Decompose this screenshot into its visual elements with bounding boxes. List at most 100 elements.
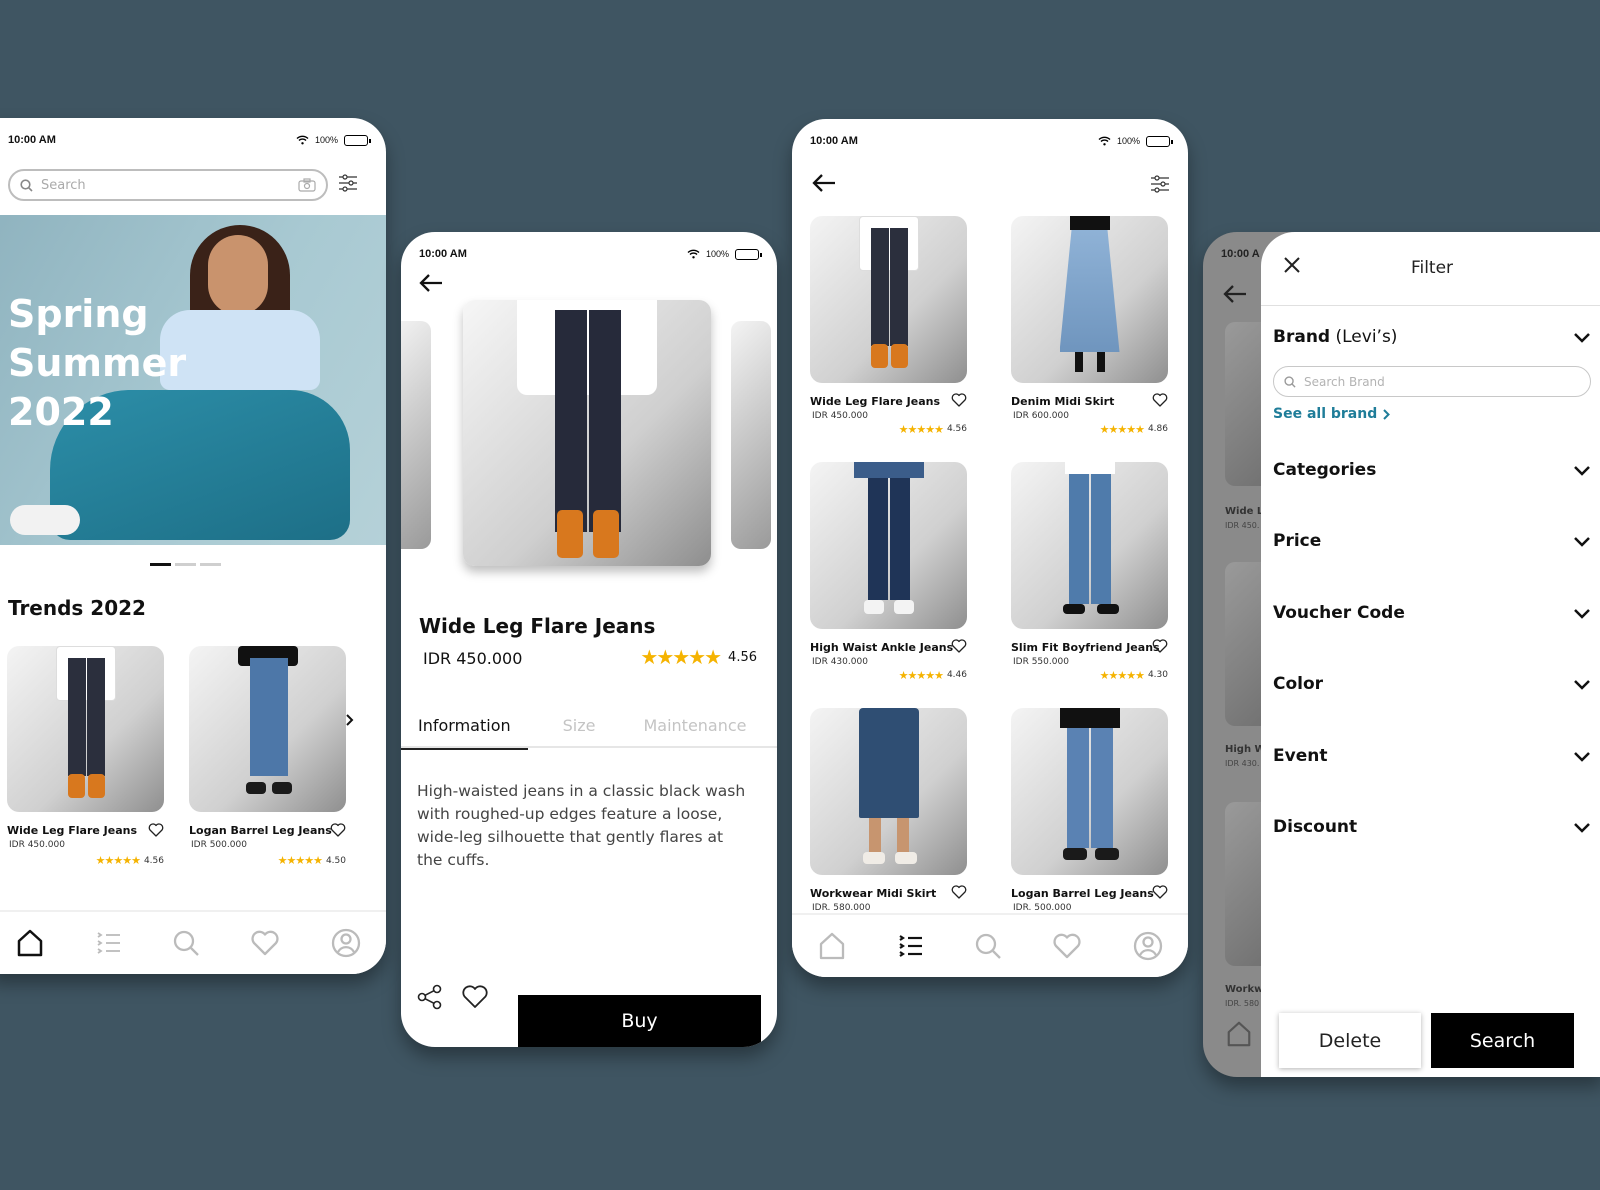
search-icon[interactable] xyxy=(974,932,1002,960)
product-card[interactable]: Wide Leg Flare Jeans IDR 450.000 ★★★★★ 4.… xyxy=(7,646,164,867)
rating-value: 4.46 xyxy=(946,670,967,680)
product-name[interactable]: Denim Midi Skirt xyxy=(1011,395,1168,408)
product-rating: ★★★★★ 4.30 xyxy=(1011,668,1168,682)
chevron-down-icon[interactable] xyxy=(1573,822,1591,833)
product-price: IDR 450.000 xyxy=(9,840,65,850)
profile-icon[interactable] xyxy=(1133,931,1163,961)
camera-icon[interactable] xyxy=(298,178,316,192)
status-bar: 10:00 AM 100% xyxy=(810,133,1173,149)
tab-maintenance[interactable]: Maintenance xyxy=(626,712,763,748)
wifi-icon xyxy=(687,249,700,259)
dimmed-product-price: IDR. 580 xyxy=(1225,999,1260,1008)
back-arrow-icon[interactable] xyxy=(812,174,836,192)
status-time: 10:00 AM xyxy=(8,134,56,146)
product-card[interactable]: Workwear Midi Skirt IDR. 580.000 xyxy=(810,708,967,931)
product-image[interactable] xyxy=(1011,216,1168,383)
filter-settings-icon[interactable] xyxy=(1150,175,1170,193)
brand-label: Brand xyxy=(1273,327,1331,347)
product-main-image[interactable] xyxy=(463,300,711,566)
carousel-dot[interactable] xyxy=(200,563,221,566)
see-all-brand-link[interactable]: See all brand xyxy=(1273,406,1391,422)
product-card[interactable]: Wide Leg Flare Jeans IDR 450.000 ★★★★★ 4.… xyxy=(810,216,967,439)
search-input[interactable]: Search xyxy=(8,169,328,201)
filter-brand-header[interactable]: Brand (Levi’s) xyxy=(1273,327,1591,347)
profile-icon[interactable] xyxy=(331,928,361,958)
product-card[interactable]: Logan Barrel Leg Jeans IDR. 500.000 xyxy=(1011,708,1168,931)
chevron-down-icon[interactable] xyxy=(1573,536,1591,547)
delete-button[interactable]: Delete xyxy=(1279,1013,1421,1068)
heart-icon[interactable] xyxy=(148,823,164,837)
filter-section-discount[interactable]: Discount xyxy=(1273,817,1591,837)
chevron-down-icon[interactable] xyxy=(1573,679,1591,690)
heart-icon[interactable] xyxy=(1152,393,1168,407)
chevron-down-icon[interactable] xyxy=(1573,465,1591,476)
product-image[interactable] xyxy=(1011,462,1168,629)
heart-icon[interactable] xyxy=(951,639,967,653)
hero-banner[interactable]: Spring Summer 2022 xyxy=(0,215,386,545)
search-icon xyxy=(20,178,33,192)
home-icon[interactable] xyxy=(15,928,45,958)
chevron-down-icon[interactable] xyxy=(1573,608,1591,619)
buy-button[interactable]: Buy xyxy=(518,995,761,1047)
tab-size[interactable]: Size xyxy=(546,712,613,748)
product-image[interactable] xyxy=(810,216,967,383)
product-image[interactable] xyxy=(1011,708,1168,875)
product-card[interactable]: High Waist Ankle Jeans IDR 430.000 ★★★★★… xyxy=(810,462,967,685)
list-icon[interactable] xyxy=(898,933,924,959)
product-card[interactable]: Logan Barrel Leg Jeans IDR 500.000 ★★★★★… xyxy=(189,646,346,867)
search-button[interactable]: Search xyxy=(1431,1013,1574,1068)
product-name[interactable]: Workwear Midi Skirt xyxy=(810,887,967,900)
back-arrow-icon[interactable] xyxy=(419,274,443,292)
heart-icon[interactable] xyxy=(951,393,967,407)
product-price: IDR 600.000 xyxy=(1013,411,1069,421)
product-name[interactable]: Slim Fit Boyfriend Jeans xyxy=(1011,641,1168,654)
list-icon[interactable] xyxy=(96,930,122,956)
rating-value: 4.50 xyxy=(325,855,346,866)
carousel-dot[interactable] xyxy=(175,563,196,566)
product-card[interactable]: Denim Midi Skirt IDR 600.000 ★★★★★ 4.86 xyxy=(1011,216,1168,439)
share-icon[interactable] xyxy=(417,984,443,1010)
heart-icon[interactable] xyxy=(1052,933,1082,959)
filter-section-label: Price xyxy=(1273,531,1322,551)
product-image[interactable] xyxy=(7,646,164,812)
product-image[interactable] xyxy=(189,646,346,812)
product-image[interactable] xyxy=(810,708,967,875)
chevron-down-icon[interactable] xyxy=(1573,332,1591,343)
filter-section-color[interactable]: Color xyxy=(1273,674,1591,694)
battery-icon xyxy=(735,248,762,260)
heart-icon[interactable] xyxy=(1152,885,1168,899)
home-icon[interactable] xyxy=(817,931,847,961)
product-name[interactable]: Logan Barrel Leg Jeans xyxy=(1011,887,1168,900)
filter-section-voucher-code[interactable]: Voucher Code xyxy=(1273,603,1591,623)
filter-section-event[interactable]: Event xyxy=(1273,746,1591,766)
carousel-next-image[interactable] xyxy=(731,321,771,549)
brand-selected-value: (Levi’s) xyxy=(1335,327,1398,347)
product-name[interactable]: Wide Leg Flare Jeans xyxy=(7,824,164,837)
product-name[interactable]: Wide Leg Flare Jeans xyxy=(810,395,967,408)
brand-search-input[interactable]: Search Brand xyxy=(1273,366,1591,397)
heart-icon[interactable] xyxy=(1152,639,1168,653)
hero-model-face xyxy=(208,235,268,315)
status-bar: 10:00 AM 100% xyxy=(419,246,762,262)
filter-settings-icon[interactable] xyxy=(338,174,358,192)
search-icon[interactable] xyxy=(172,929,200,957)
product-image[interactable] xyxy=(810,462,967,629)
heart-icon[interactable] xyxy=(951,885,967,899)
product-name[interactable]: Logan Barrel Leg Jeans xyxy=(189,824,346,837)
product-name[interactable]: High Waist Ankle Jeans xyxy=(810,641,967,654)
carousel-indicator xyxy=(150,563,221,566)
product-card[interactable]: Slim Fit Boyfriend Jeans IDR 550.000 ★★★… xyxy=(1011,462,1168,685)
star-rating-icon: ★★★★★ xyxy=(277,854,323,867)
heart-icon[interactable] xyxy=(461,985,489,1009)
chevron-down-icon[interactable] xyxy=(1573,751,1591,762)
heart-icon[interactable] xyxy=(330,823,346,837)
tab-information[interactable]: Information xyxy=(401,712,528,750)
filter-header: Filter xyxy=(1261,232,1600,306)
carousel-prev-image[interactable] xyxy=(401,321,431,549)
product-price: IDR 450.000 xyxy=(812,411,868,421)
heart-icon[interactable] xyxy=(250,930,280,956)
filter-section-price[interactable]: Price xyxy=(1273,531,1591,551)
chevron-right-icon[interactable] xyxy=(345,713,355,727)
filter-section-categories[interactable]: Categories xyxy=(1273,460,1591,480)
carousel-dot[interactable] xyxy=(150,563,171,566)
